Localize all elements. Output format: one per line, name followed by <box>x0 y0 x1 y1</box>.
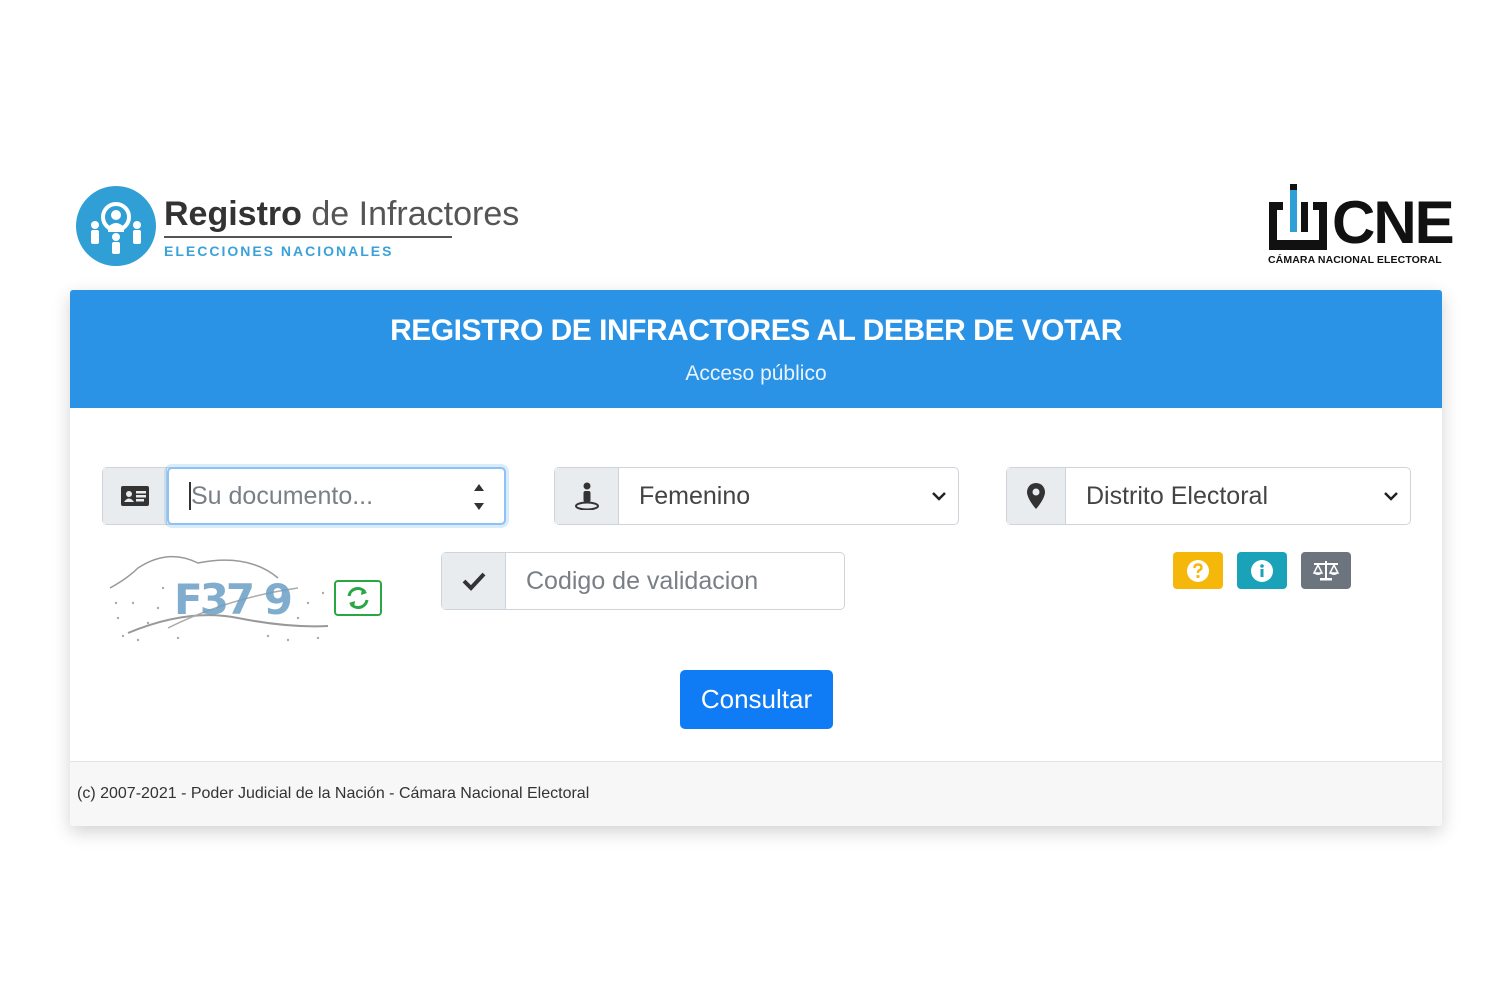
validation-code-input[interactable]: Codigo de validacion <box>506 553 844 609</box>
gender-select[interactable]: Femenino <box>619 468 958 524</box>
footer-text: (c) 2007-2021 - Poder Judicial de la Nac… <box>77 785 590 802</box>
logo-divider <box>164 235 452 238</box>
chevron-down-icon <box>1384 492 1398 501</box>
logo-title: Registro de Infractores <box>164 194 520 233</box>
check-icon <box>442 553 506 609</box>
cne-caption: CÁMARA NACIONAL ELECTORAL <box>1268 254 1442 266</box>
cne-logo: CNE CÁMARA NACIONAL ELECTORAL <box>1262 184 1455 272</box>
refresh-icon <box>347 587 369 609</box>
captcha-image: F37 9 <box>108 548 332 653</box>
document-input[interactable]: Su documento... <box>167 467 506 525</box>
district-select[interactable]: Distrito Electoral <box>1066 468 1410 524</box>
document-input-group: Su documento... <box>102 467 506 525</box>
search-card: REGISTRO DE INFRACTORES AL DEBER DE VOTA… <box>70 290 1442 826</box>
help-button[interactable] <box>1173 552 1223 589</box>
card-footer: (c) 2007-2021 - Poder Judicial de la Nac… <box>70 761 1442 826</box>
district-select-group: Distrito Electoral <box>1006 467 1411 525</box>
gender-select-group: Femenino <box>554 467 959 525</box>
person-icon <box>555 468 619 524</box>
info-icon <box>1251 559 1273 582</box>
scale-icon <box>1312 560 1340 580</box>
people-icon <box>76 186 156 266</box>
card-header: REGISTRO DE INFRACTORES AL DEBER DE VOTA… <box>70 290 1442 408</box>
card-subtitle: Acceso público <box>685 362 827 385</box>
chevron-down-icon <box>932 492 946 501</box>
number-spinner-icon[interactable] <box>472 479 486 515</box>
refresh-captcha-button[interactable] <box>334 580 382 616</box>
card-title: REGISTRO DE INFRACTORES AL DEBER DE VOTA… <box>390 314 1122 347</box>
legal-button[interactable] <box>1301 552 1351 589</box>
cne-letters: CNE <box>1332 189 1455 256</box>
id-card-icon <box>103 468 167 524</box>
logo-subtitle: ELECCIONES NACIONALES <box>164 242 394 259</box>
ballot-box-icon <box>1269 184 1327 250</box>
consultar-button[interactable]: Consultar <box>680 670 833 729</box>
map-marker-icon <box>1007 468 1066 524</box>
registro-logo: Registro de Infractores ELECCIONES NACIO… <box>76 186 519 266</box>
question-icon <box>1187 559 1209 582</box>
validation-input-group: Codigo de validacion <box>441 552 845 610</box>
svg-text:F37 9: F37 9 <box>174 575 291 624</box>
info-button[interactable] <box>1237 552 1287 589</box>
